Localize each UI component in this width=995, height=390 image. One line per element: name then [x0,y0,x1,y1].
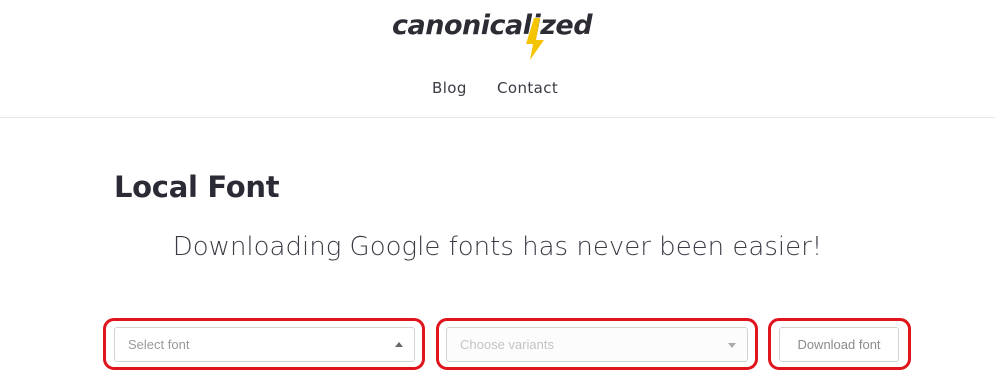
page-title: Local Font [114,170,280,204]
caret-down-icon [728,343,736,348]
page: canonicalized Blog Contact Local Font Do… [0,0,995,390]
logo-text: canonicalized [392,10,593,41]
font-select[interactable]: Select font [114,327,415,362]
nav-link-contact[interactable]: Contact [497,79,558,97]
font-select-placeholder: Select font [128,337,190,352]
variants-select-placeholder: Choose variants [460,337,554,352]
page-subtitle: Downloading Google fonts has never been … [172,232,823,262]
variants-select[interactable]: Choose variants [446,327,748,362]
caret-up-icon [395,342,403,347]
lightning-bolt-icon [526,18,544,60]
logo[interactable]: canonicalized [392,6,606,62]
nav-link-blog[interactable]: Blog [432,79,467,97]
main-nav: Blog Contact [0,79,995,99]
site-header: canonicalized Blog Contact [0,0,995,118]
download-font-button[interactable]: Download font [779,327,899,362]
